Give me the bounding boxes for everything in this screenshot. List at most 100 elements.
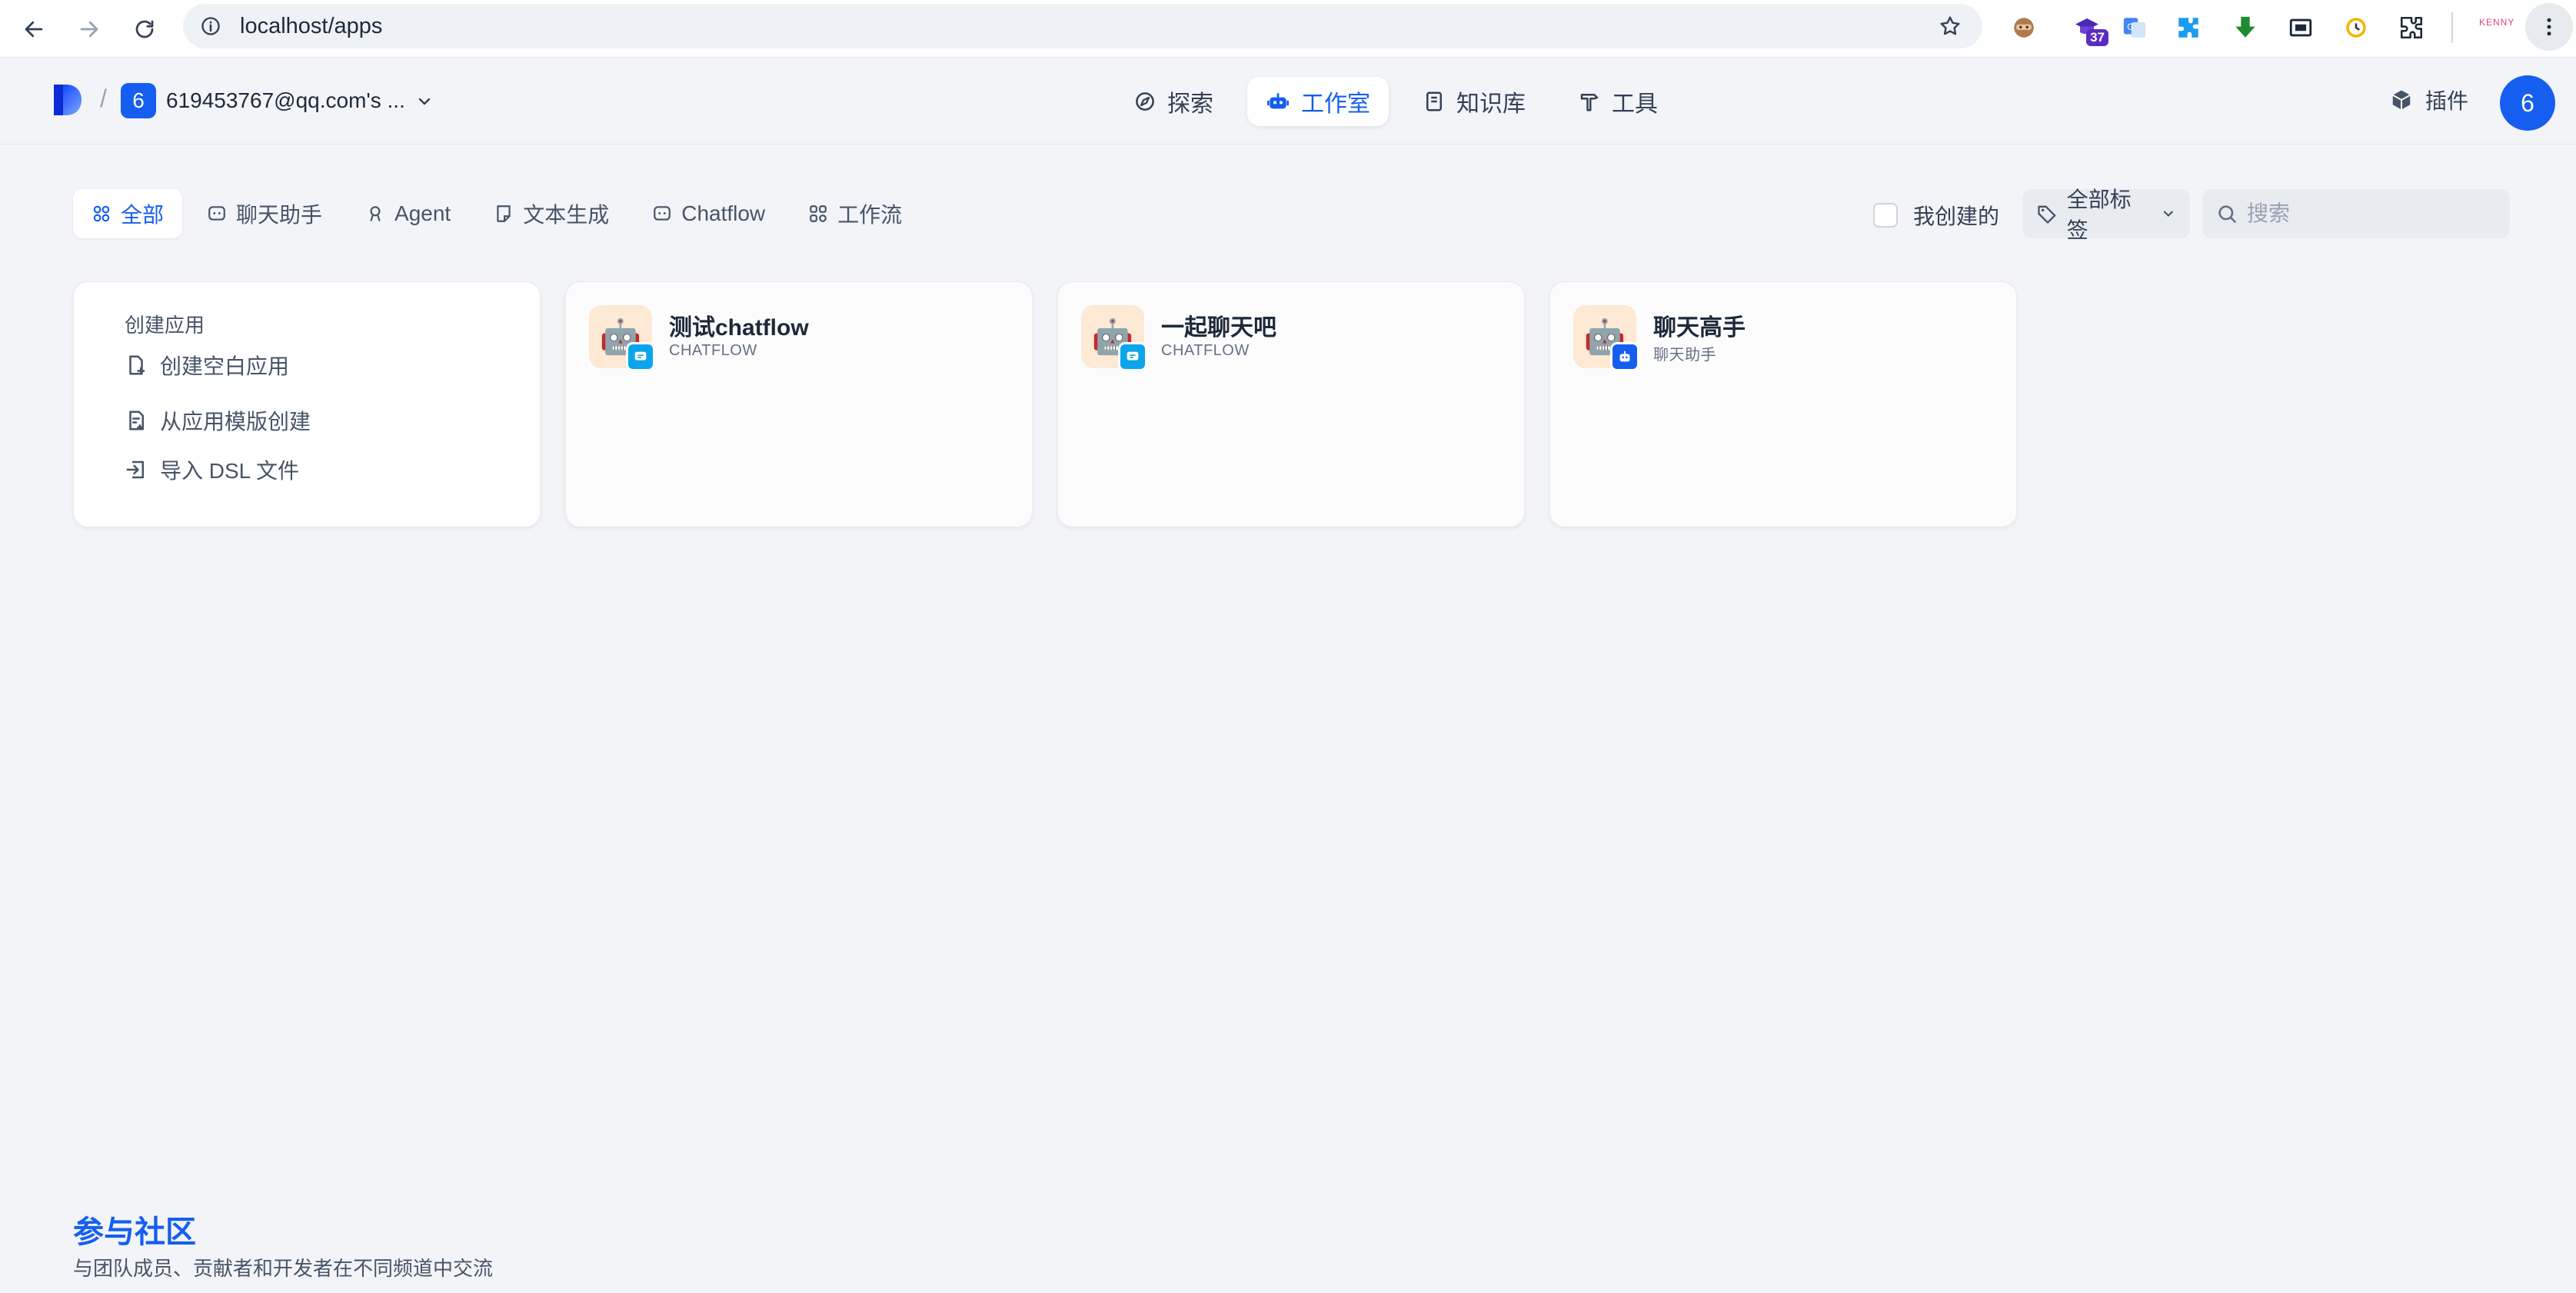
back-button[interactable]	[12, 8, 55, 51]
book-icon	[1426, 91, 1442, 111]
toolbar-divider	[2451, 12, 2453, 43]
plugin-button[interactable]: 插件	[2390, 85, 2468, 115]
nav-tab-studio[interactable]: 工作室	[1247, 77, 1389, 126]
svg-text:G: G	[2127, 22, 2134, 32]
app-type-badge	[626, 342, 655, 371]
tag-filter-dropdown[interactable]: 全部标签	[2022, 188, 2190, 242]
puzzle-outline-icon	[2400, 16, 2423, 39]
address-bar[interactable]: localhost/apps	[183, 4, 1982, 48]
app-type-badge	[1118, 342, 1147, 371]
created-by-me-checkbox[interactable]	[1873, 203, 1898, 228]
extensions-menu-button[interactable]	[2391, 8, 2431, 48]
create-app-card: 创建应用 创建空白应用 从应用模版创建 导入 DSL 文件	[73, 281, 541, 527]
workspace-name[interactable]: 619453767@qq.com's ...	[166, 88, 405, 113]
browser-toolbar: localhost/apps 37 G KENNY	[0, 0, 2576, 58]
reload-button[interactable]	[123, 8, 166, 51]
hammer-icon	[1580, 94, 1599, 111]
community-title[interactable]: 参与社区	[73, 1207, 196, 1251]
breadcrumb-separator: /	[100, 85, 107, 112]
nav-tab-label: 工具	[1612, 91, 1658, 117]
create-from-template-button[interactable]: 从应用模版创建	[125, 405, 311, 436]
filter-tab-label: Chatflow	[681, 201, 766, 225]
app-card[interactable]: 🤖 聊天高手 聊天助手	[1549, 281, 2017, 527]
import-icon	[126, 460, 144, 479]
app-type: CHATFLOW	[1161, 342, 1250, 359]
extension-screenshot[interactable]	[2281, 8, 2321, 48]
create-item-label: 从应用模版创建	[160, 410, 311, 434]
nav-tab-tools[interactable]: 工具	[1559, 77, 1676, 126]
translate-icon: G	[2123, 18, 2146, 38]
app-logo[interactable]	[52, 83, 85, 121]
create-item-label: 创建空白应用	[160, 354, 290, 378]
nav-tab-knowledge[interactable]: 知识库	[1404, 77, 1544, 126]
profile-brand-text[interactable]: KENNY	[2479, 17, 2514, 28]
compass-icon	[1136, 92, 1154, 111]
filter-tab-agent[interactable]: Agent	[347, 189, 469, 238]
nav-tab-label: 知识库	[1456, 91, 1526, 117]
community-description: 与团队成员、贡献者和开发者在不同频道中交流	[73, 1257, 494, 1280]
monkey-icon	[2014, 18, 2034, 38]
app-type-filter: 全部 聊天助手 Agent 文本生成 Chatflow 工作流	[73, 189, 920, 238]
app-type: 聊天助手	[1653, 347, 1716, 364]
document-icon	[497, 205, 511, 222]
extension-badge: 37	[2086, 29, 2108, 46]
extension-puzzle-blue[interactable]	[2168, 8, 2208, 48]
cube-icon	[2392, 90, 2411, 110]
filter-tab-workflow[interactable]: 工作流	[790, 189, 920, 238]
user-avatar[interactable]: 6	[2500, 75, 2555, 131]
filter-tab-text-generation[interactable]: 文本生成	[475, 189, 627, 238]
created-by-me-toggle[interactable]: 我创建的	[1873, 200, 1999, 231]
filter-tab-label: Agent	[394, 201, 451, 225]
bookmark-star-icon[interactable]	[1938, 14, 1962, 38]
filter-tab-chatflow[interactable]: Chatflow	[634, 189, 784, 238]
filter-tab-label: 聊天助手	[236, 203, 323, 227]
puzzle-icon	[2178, 18, 2198, 38]
filter-tab-all[interactable]: 全部	[73, 189, 183, 238]
workspace-avatar[interactable]: 6	[121, 83, 156, 118]
app-type: CHATFLOW	[669, 342, 757, 359]
forward-button[interactable]	[68, 8, 111, 51]
search-input[interactable]	[2247, 201, 2493, 226]
extension-monkey[interactable]	[2004, 8, 2044, 48]
plugin-label: 插件	[2425, 89, 2469, 113]
tag-filter-label: 全部标签	[2066, 188, 2132, 242]
robot-icon	[1619, 351, 1630, 362]
template-icon	[129, 411, 144, 430]
create-blank-app-button[interactable]: 创建空白应用	[125, 350, 289, 381]
import-dsl-button[interactable]: 导入 DSL 文件	[125, 454, 299, 485]
create-item-label: 导入 DSL 文件	[160, 459, 299, 483]
filter-tab-label: 工作流	[837, 203, 903, 227]
filter-tab-label: 文本生成	[523, 203, 610, 227]
app-name: 测试chatflow	[669, 315, 809, 341]
app-name: 一起聊天吧	[1161, 315, 1276, 341]
file-plus-icon	[129, 355, 145, 375]
chat-bubble-icon	[1127, 351, 1139, 361]
app-card[interactable]: 🤖 一起聊天吧 CHATFLOW	[1057, 281, 1525, 527]
app-card[interactable]: 🤖 测试chatflow CHATFLOW	[565, 281, 1033, 527]
tag-icon	[2038, 205, 2056, 224]
search-box[interactable]	[2202, 189, 2510, 238]
extension-translate[interactable]: G	[2115, 8, 2155, 48]
main-navigation: 探索 工作室 知识库 工具	[1115, 77, 1676, 126]
nav-tab-explore[interactable]: 探索	[1115, 77, 1232, 126]
chat-icon	[208, 206, 225, 221]
extension-graduation[interactable]: 37	[2067, 8, 2108, 48]
chat-icon	[654, 206, 671, 221]
search-icon	[2218, 205, 2236, 223]
app-header: / 6 619453767@qq.com's ... 探索 工作室 知识库 工具…	[0, 58, 2576, 145]
extension-download[interactable]	[2225, 8, 2265, 48]
download-arrow-icon	[2235, 16, 2255, 38]
chevron-down-icon	[2164, 211, 2174, 217]
agent-icon	[370, 206, 381, 221]
robot-icon	[1267, 93, 1289, 109]
filter-tab-chat-assistant[interactable]: 聊天助手	[188, 189, 341, 238]
url-text[interactable]: localhost/apps	[240, 14, 382, 39]
nav-tab-label: 工作室	[1301, 91, 1370, 117]
clock-icon	[2346, 18, 2366, 38]
extension-clock[interactable]	[2336, 8, 2376, 48]
app-name: 聊天高手	[1653, 315, 1746, 341]
grid-icon	[93, 205, 110, 222]
logo-icon	[54, 85, 82, 115]
chevron-down-icon[interactable]	[415, 92, 434, 111]
browser-menu-button[interactable]	[2525, 3, 2573, 51]
